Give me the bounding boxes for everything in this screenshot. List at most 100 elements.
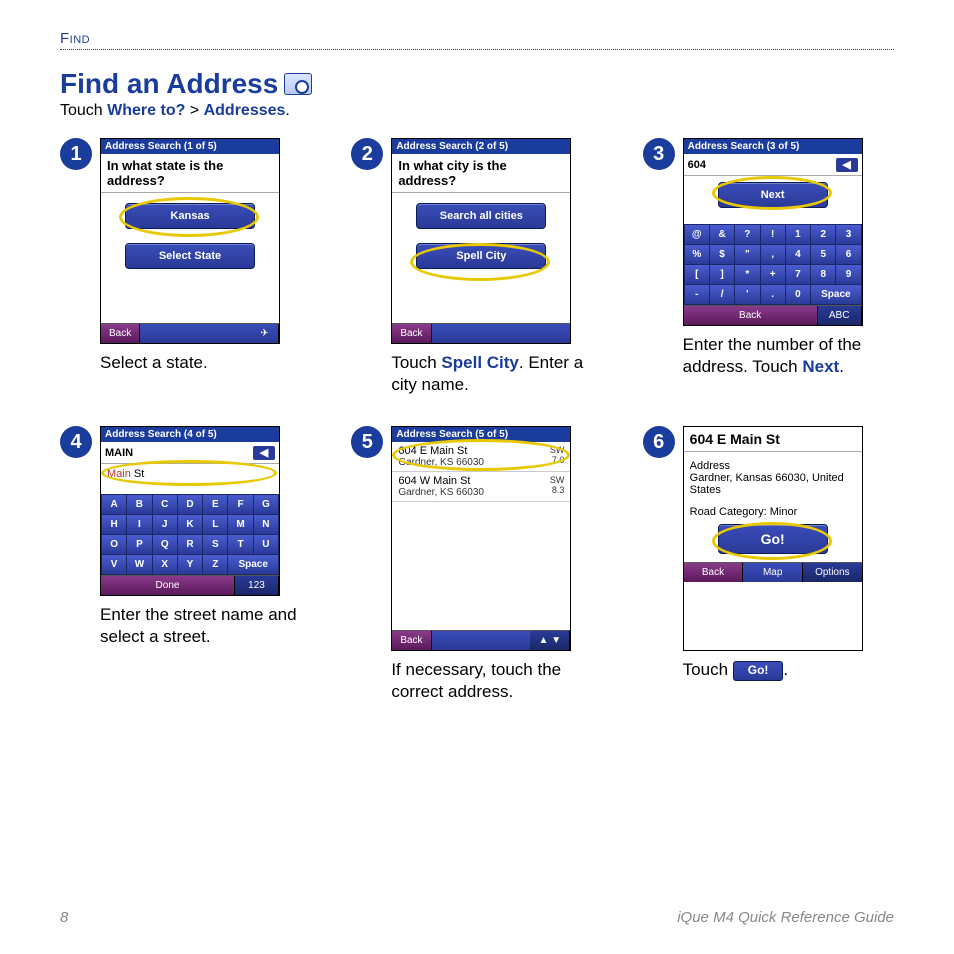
street-input[interactable]: MAIN	[105, 447, 133, 459]
go-button[interactable]: Go!	[718, 524, 828, 554]
screen-title: Address Search (1 of 5)	[101, 139, 279, 154]
key[interactable]: V	[102, 555, 126, 574]
search-all-cities-button[interactable]: Search all cities	[416, 203, 546, 229]
step-1: 1 Address Search (1 of 5) In what state …	[60, 138, 311, 396]
key[interactable]: 3	[836, 225, 860, 244]
key[interactable]: *	[735, 265, 759, 284]
key[interactable]: ?	[735, 225, 759, 244]
key[interactable]: E	[203, 495, 227, 514]
next-label: Next	[802, 357, 839, 376]
number-input[interactable]: 604	[688, 159, 706, 171]
key[interactable]: M	[228, 515, 252, 534]
key[interactable]: "	[735, 245, 759, 264]
key[interactable]: U	[254, 535, 278, 554]
key[interactable]: [	[685, 265, 709, 284]
back-button[interactable]: Back	[101, 324, 140, 343]
spell-city-label: Spell City	[441, 353, 518, 372]
key[interactable]: 1	[786, 225, 810, 244]
key[interactable]: '	[735, 285, 759, 304]
spell-city-button[interactable]: Spell City	[416, 243, 546, 269]
key[interactable]: F	[228, 495, 252, 514]
key[interactable]: G	[254, 495, 278, 514]
key[interactable]: A	[102, 495, 126, 514]
screen-title: Address Search (5 of 5)	[392, 427, 570, 442]
back-button[interactable]: Back	[392, 324, 431, 343]
abc-button[interactable]: ABC	[818, 306, 862, 325]
key[interactable]: Z	[203, 555, 227, 574]
key[interactable]: P	[127, 535, 151, 554]
road-category: Road Category: Minor	[690, 506, 856, 518]
device-screen-3: Address Search (3 of 5) 604 ◀ Next @ & ?…	[683, 138, 863, 326]
key[interactable]: ]	[710, 265, 734, 284]
select-state-button[interactable]: Select State	[125, 243, 255, 269]
backspace-icon[interactable]: ◀	[836, 158, 858, 172]
device-screen-2: Address Search (2 of 5) In what city is …	[391, 138, 571, 344]
result-line1: 604 W Main St	[398, 475, 484, 487]
space-key[interactable]: Space	[811, 285, 861, 304]
key[interactable]: 0	[786, 285, 810, 304]
section-label: Find	[60, 30, 894, 50]
back-button[interactable]: Back	[392, 631, 431, 650]
key[interactable]: L	[203, 515, 227, 534]
key[interactable]: 6	[836, 245, 860, 264]
key[interactable]: 4	[786, 245, 810, 264]
key[interactable]: K	[178, 515, 202, 534]
screen-title: Address Search (4 of 5)	[101, 427, 279, 442]
next-button[interactable]: Next	[718, 182, 828, 208]
key[interactable]: Y	[178, 555, 202, 574]
footer-icon[interactable]: ✈	[251, 324, 279, 343]
result-line1: 604 E Main St	[398, 445, 484, 457]
key[interactable]: S	[203, 535, 227, 554]
key[interactable]: X	[153, 555, 177, 574]
key[interactable]: @	[685, 225, 709, 244]
key[interactable]: %	[685, 245, 709, 264]
result-line2: Gardner, KS 66030	[398, 487, 484, 498]
numeric-keypad: @ & ? ! 1 2 3 % $ " , 4 5 6 [ ] *	[684, 224, 862, 305]
key[interactable]: &	[710, 225, 734, 244]
key[interactable]: B	[127, 495, 151, 514]
key[interactable]: $	[710, 245, 734, 264]
key[interactable]: D	[178, 495, 202, 514]
kansas-button[interactable]: Kansas	[125, 203, 255, 229]
step-6: 6 604 E Main St Address Gardner, Kansas …	[643, 426, 894, 703]
done-button[interactable]: Done	[101, 576, 235, 595]
map-button[interactable]: Map	[743, 563, 803, 582]
key[interactable]: W	[127, 555, 151, 574]
key[interactable]: ,	[761, 245, 785, 264]
text: >	[185, 102, 203, 119]
page-footer: 8 iQue M4 Quick Reference Guide	[60, 909, 894, 926]
key[interactable]: R	[178, 535, 202, 554]
key[interactable]: -	[685, 285, 709, 304]
123-button[interactable]: 123	[235, 576, 279, 595]
key[interactable]: !	[761, 225, 785, 244]
space-key[interactable]: Space	[228, 555, 278, 574]
scroll-arrows[interactable]: ▲ ▼	[530, 631, 570, 650]
key[interactable]: Q	[153, 535, 177, 554]
key[interactable]: 8	[811, 265, 835, 284]
key[interactable]: C	[153, 495, 177, 514]
key[interactable]: H	[102, 515, 126, 534]
page-title: Find an Address	[60, 68, 894, 100]
back-button[interactable]: Back	[684, 306, 818, 325]
key[interactable]: 2	[811, 225, 835, 244]
key[interactable]: +	[761, 265, 785, 284]
suggestion-row[interactable]: Main St	[101, 464, 279, 494]
step-5: 5 Address Search (5 of 5) 604 E Main St …	[351, 426, 602, 703]
key[interactable]: N	[254, 515, 278, 534]
options-button[interactable]: Options	[803, 563, 862, 582]
backspace-icon[interactable]: ◀	[253, 446, 275, 460]
key[interactable]: 9	[836, 265, 860, 284]
key[interactable]: .	[761, 285, 785, 304]
key[interactable]: 5	[811, 245, 835, 264]
key[interactable]: 7	[786, 265, 810, 284]
device-screen-4: Address Search (4 of 5) MAIN ◀ Main St A…	[100, 426, 280, 596]
key[interactable]: J	[153, 515, 177, 534]
key[interactable]: O	[102, 535, 126, 554]
key[interactable]: T	[228, 535, 252, 554]
step-4: 4 Address Search (4 of 5) MAIN ◀ Main St…	[60, 426, 311, 703]
result-row-1[interactable]: 604 E Main St Gardner, KS 66030 SW 7.0	[392, 442, 570, 472]
key[interactable]: I	[127, 515, 151, 534]
back-button[interactable]: Back	[684, 563, 744, 582]
result-row-2[interactable]: 604 W Main St Gardner, KS 66030 SW 8.3	[392, 472, 570, 502]
key[interactable]: /	[710, 285, 734, 304]
